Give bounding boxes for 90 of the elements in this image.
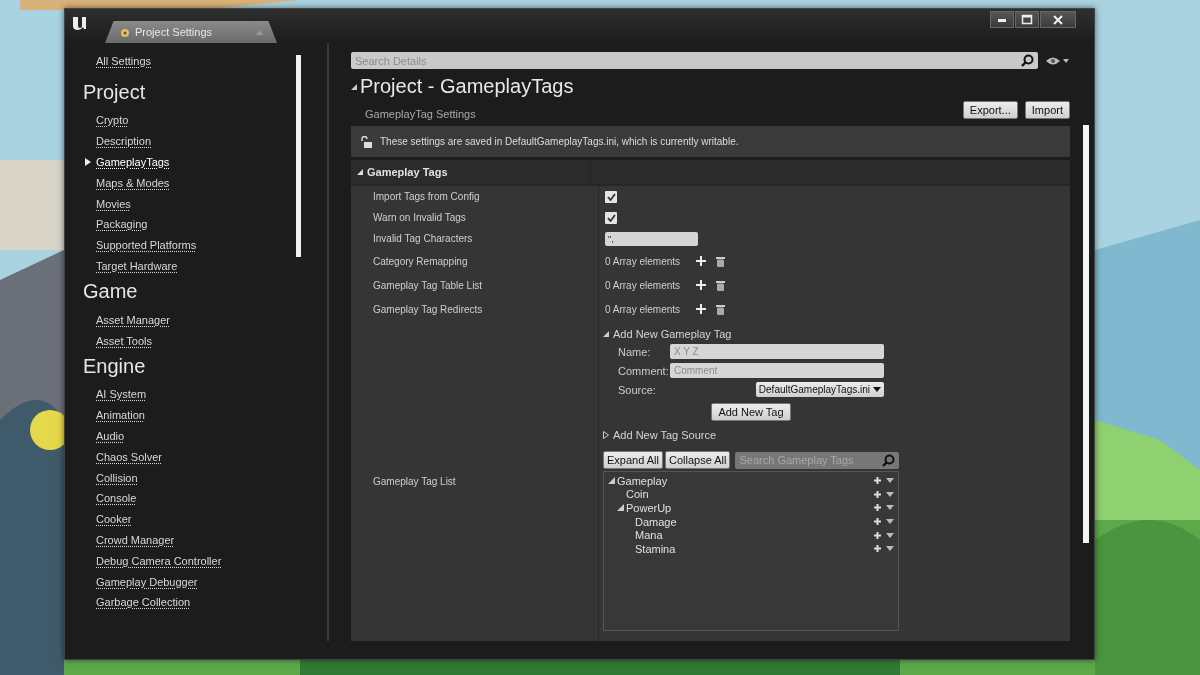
- plus-icon[interactable]: [874, 504, 881, 512]
- plus-icon[interactable]: [696, 280, 707, 290]
- sidebar-link[interactable]: Collision: [96, 471, 138, 484]
- plus-icon[interactable]: [696, 256, 707, 266]
- page-title: Project - GameplayTags: [360, 75, 574, 98]
- sidebar-link[interactable]: Packaging: [96, 218, 148, 231]
- property-label: Warn on Invalid Tags: [373, 212, 466, 223]
- expand-arrow-icon[interactable]: [603, 330, 609, 337]
- property-label: Gameplay Tag Table List: [373, 279, 483, 291]
- eye-visibility-icon[interactable]: [1046, 55, 1070, 66]
- expand-arrow-icon[interactable]: [617, 504, 624, 512]
- property-label: Import Tags from Config: [373, 191, 480, 202]
- scrollbar-thumb[interactable]: [1083, 125, 1089, 543]
- notice-text: These settings are saved in DefaultGameplayTags.ini, which is currently writable.: [380, 136, 739, 147]
- sidebar-link[interactable]: Garbage Collection: [96, 596, 191, 609]
- plus-icon[interactable]: [874, 518, 881, 526]
- collapse-arrow-icon[interactable]: [351, 83, 357, 90]
- property-label: Gameplay Tag Redirects: [373, 303, 483, 315]
- source-dropdown[interactable]: DefaultGameplayTags.ini: [755, 382, 884, 397]
- checkbox[interactable]: [605, 190, 617, 203]
- field-label: Comment:: [618, 364, 670, 377]
- section-heading: Game: [83, 280, 139, 304]
- sidebar-link[interactable]: Target Hardware: [96, 259, 178, 272]
- trash-icon[interactable]: [716, 303, 726, 315]
- section-heading: Engine: [83, 354, 147, 378]
- sidebar-link[interactable]: GameplayTags: [96, 156, 170, 168]
- sidebar-link[interactable]: AI System: [96, 388, 147, 401]
- checkbox[interactable]: [605, 211, 617, 224]
- plus-icon[interactable]: [874, 531, 881, 539]
- search-icon[interactable]: [1021, 54, 1034, 67]
- search-field[interactable]: Search Details: [351, 52, 1038, 69]
- sidebar-link[interactable]: Audio: [96, 429, 125, 442]
- trash-icon[interactable]: [716, 255, 726, 267]
- expand-arrow-icon[interactable]: [357, 169, 363, 175]
- trash-icon[interactable]: [716, 279, 726, 291]
- array-count: 0 Array elements: [605, 255, 681, 267]
- tag-label[interactable]: Gameplay: [617, 474, 668, 487]
- sidebar-link[interactable]: Chaos Solver: [96, 450, 163, 463]
- sidebar-link[interactable]: Maps & Modes: [96, 176, 170, 189]
- sidebar-link[interactable]: Asset Manager: [96, 313, 170, 326]
- section-heading: Project: [83, 81, 147, 104]
- sidebar-link[interactable]: Debug Camera Controller: [96, 554, 222, 567]
- tag-label[interactable]: Damage: [635, 515, 677, 528]
- text-field[interactable]: ",: [605, 231, 698, 246]
- expand-arrow-icon[interactable]: [608, 477, 615, 485]
- sidebar-link[interactable]: Cooker: [96, 513, 132, 526]
- toolbar-button[interactable]: Export...: [962, 101, 1018, 119]
- sidebar-link[interactable]: Animation: [96, 409, 145, 422]
- close-icon[interactable]: [1052, 13, 1064, 26]
- plus-icon[interactable]: [874, 545, 881, 553]
- sidebar-link[interactable]: Supported Platforms: [96, 239, 197, 252]
- sidebar-link[interactable]: Crowd Manager: [96, 533, 175, 546]
- sidebar-link[interactable]: Gameplay Debugger: [96, 575, 198, 588]
- group-heading[interactable]: Add New Gameplay Tag: [613, 327, 732, 340]
- plus-icon[interactable]: [874, 477, 881, 485]
- sidebar-link[interactable]: Movies: [96, 197, 131, 210]
- scrollbar-thumb[interactable]: [296, 55, 301, 257]
- settings-link[interactable]: All Settings: [96, 55, 152, 67]
- tag-label[interactable]: Coin: [626, 488, 649, 501]
- editor-tab[interactable]: Project Settings: [105, 21, 277, 43]
- engine-logo-icon: [71, 14, 89, 32]
- sidebar-link[interactable]: Asset Tools: [96, 334, 153, 347]
- dropdown-caret-icon: [873, 387, 881, 392]
- collapsed-arrow-icon[interactable]: [603, 430, 609, 439]
- sidebar-link[interactable]: Crypto: [96, 114, 129, 127]
- category-heading[interactable]: Gameplay Tags: [367, 166, 448, 178]
- input-field[interactable]: Comment: [670, 363, 884, 378]
- sidebar-link[interactable]: Console: [96, 492, 137, 505]
- group-heading[interactable]: Add New Tag Source: [613, 428, 717, 441]
- tag-label[interactable]: Stamina: [635, 542, 676, 555]
- add-tag-button[interactable]: Add New Tag: [711, 403, 791, 421]
- tag-label[interactable]: PowerUp: [626, 502, 672, 514]
- sidebar-link[interactable]: Description: [96, 135, 152, 148]
- array-count: 0 Array elements: [605, 303, 681, 315]
- tree-button[interactable]: Collapse All: [665, 451, 731, 469]
- unlocked-padlock-icon: [361, 135, 372, 148]
- section-subtitle: GameplayTag Settings: [365, 107, 477, 120]
- maximize-icon[interactable]: [1021, 13, 1033, 26]
- plus-icon[interactable]: [874, 490, 881, 498]
- property-label: Gameplay Tag List: [373, 475, 456, 487]
- toolbar-button[interactable]: Import: [1024, 101, 1070, 119]
- property-label: Invalid Tag Characters: [373, 233, 473, 244]
- field-label: Name:: [618, 345, 652, 358]
- input-field[interactable]: X Y Z: [670, 344, 884, 359]
- field-label: Source:: [618, 383, 657, 396]
- property-label: Category Remapping: [373, 255, 468, 267]
- plus-icon[interactable]: [696, 304, 707, 314]
- array-count: 0 Array elements: [605, 279, 681, 291]
- tree-button[interactable]: Expand All: [603, 451, 663, 469]
- tag-label[interactable]: Mana: [635, 529, 663, 542]
